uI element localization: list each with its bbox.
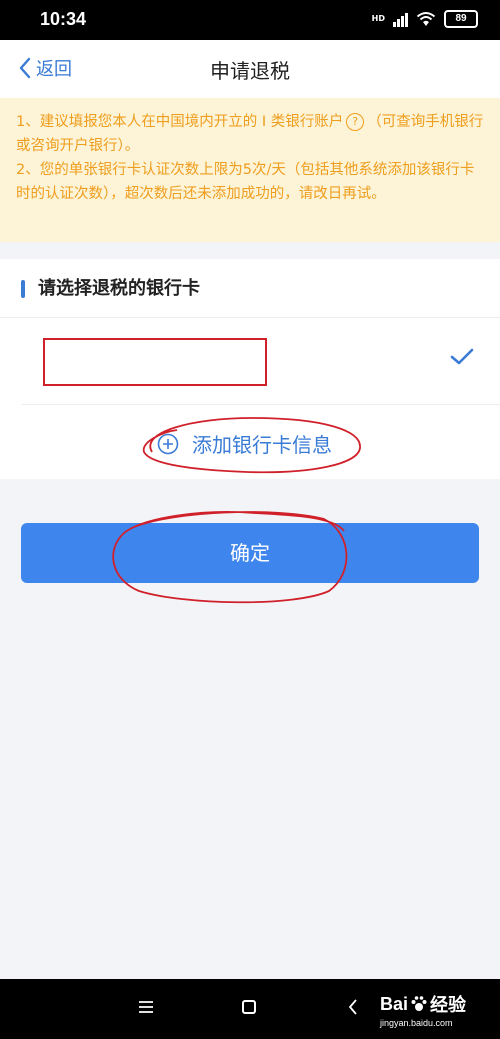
status-time: 10:34 bbox=[40, 9, 87, 29]
watermark-logo: Bai 经验 bbox=[380, 991, 492, 1017]
watermark-brand: Bai bbox=[380, 993, 409, 1014]
annotation-circle bbox=[112, 511, 348, 604]
network-label: HD bbox=[371, 14, 385, 23]
menu-icon[interactable] bbox=[138, 1000, 154, 1014]
battery-indicator: 89 bbox=[444, 10, 478, 28]
section-marker bbox=[21, 280, 25, 298]
divider bbox=[22, 404, 500, 405]
watermark: Bai 经验 jingyan.baidu.com bbox=[380, 991, 492, 1029]
redacted-card-info bbox=[43, 338, 267, 386]
watermark-url: jingyan.baidu.com bbox=[380, 1018, 453, 1028]
home-icon[interactable] bbox=[242, 1000, 256, 1014]
notice-line-1: 1、建议填报您本人在中国境内开立的 I 类银行账户? （可查询手机银行或咨询开户银… bbox=[16, 110, 486, 158]
watermark-suffix: 经验 bbox=[430, 995, 467, 1015]
wifi-icon bbox=[416, 12, 436, 26]
notice-banner: 1、建议填报您本人在中国境内开立的 I 类银行账户? （可查询手机银行或咨询开户银… bbox=[0, 98, 500, 242]
notice-line-1-text: 1、建议填报您本人在中国境内开立的 I 类银行账户 bbox=[16, 114, 344, 130]
paw-icon bbox=[411, 996, 427, 1011]
help-icon[interactable]: ? bbox=[346, 113, 365, 131]
page-title: 申请退税 bbox=[210, 59, 290, 83]
notice-line-2: 2、您的单张银行卡认证次数上限为5次/天（包括其他系统添加该银行卡时的认证次数）… bbox=[16, 162, 475, 202]
nav-bar: 返回 申请退税 bbox=[0, 40, 500, 98]
section-header: 请选择退税的银行卡 bbox=[0, 259, 500, 317]
system-nav-bar: Bai 经验 jingyan.baidu.com bbox=[0, 979, 500, 1039]
section-title: 请选择退税的银行卡 bbox=[38, 278, 200, 299]
nav-back-icon[interactable] bbox=[347, 998, 359, 1016]
status-icons: HD 89 bbox=[372, 10, 478, 28]
signal-icon bbox=[393, 11, 408, 27]
check-icon bbox=[450, 348, 474, 365]
status-bar: 10:34 HD 89 bbox=[0, 0, 500, 40]
bank-card-option[interactable] bbox=[0, 318, 500, 404]
annotation-circle bbox=[143, 417, 361, 474]
